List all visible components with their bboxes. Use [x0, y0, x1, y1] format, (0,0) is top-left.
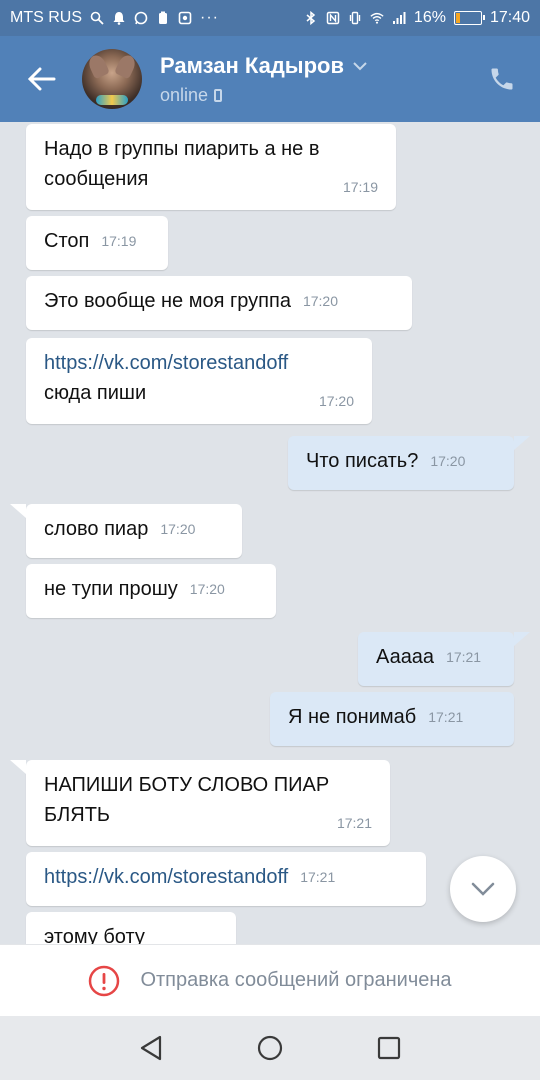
vibrate-icon — [349, 11, 361, 25]
message-text: Стоп — [44, 230, 90, 252]
battery-level-fill — [455, 13, 460, 23]
more-notifications-icon: ··· — [200, 9, 219, 26]
message-text: слово пиар — [44, 518, 149, 540]
signal-icon — [392, 12, 406, 24]
messaging-restricted-bar: Отправка сообщений ограничена — [0, 944, 540, 1016]
avatar-ear — [86, 52, 110, 80]
message-incoming[interactable]: не тупи прошу 17:20 — [26, 564, 276, 618]
message-incoming[interactable]: слово пиар 17:20 — [26, 504, 242, 558]
whatsapp-icon — [134, 11, 148, 25]
message-list[interactable]: Надо в группы пиарить а не в сообщения 1… — [0, 122, 540, 944]
message-link[interactable]: https://vk.com/storestandoff — [44, 348, 354, 378]
message-time: 17:21 — [300, 869, 336, 885]
bluetooth-icon — [306, 11, 316, 25]
message-incoming[interactable]: https://vk.com/storestandoff сюда пиши 1… — [26, 338, 372, 424]
message-incoming[interactable]: https://vk.com/storestandoff 17:21 — [26, 852, 426, 906]
message-time: 17:20 — [160, 521, 196, 537]
message-link[interactable]: https://vk.com/storestandoff — [44, 866, 288, 888]
bubble-tail — [10, 760, 26, 774]
message-text-line: БЛЯТЬ — [44, 804, 111, 826]
mobile-device-icon — [214, 88, 223, 102]
call-button[interactable] — [484, 61, 520, 97]
search-icon — [90, 11, 104, 25]
message-incoming[interactable]: Стоп 17:19 — [26, 216, 168, 270]
message-outgoing[interactable]: Что писать? 17:20 — [288, 436, 514, 490]
battery-icon — [453, 11, 485, 25]
avatar-ear — [114, 52, 138, 80]
battery-percent: 16% — [413, 9, 446, 26]
message-text-line: НАПИШИ БОТУ СЛОВО ПИАР — [44, 774, 330, 796]
message-time: 17:21 — [336, 815, 372, 831]
system-navigation-bar — [0, 1016, 540, 1080]
message-text: Ааааа — [376, 646, 435, 668]
wifi-icon — [370, 12, 384, 24]
message-text: этому боту — [44, 926, 145, 944]
nav-back-icon[interactable] — [138, 1034, 164, 1062]
message-time: 17:20 — [302, 293, 339, 309]
chat-header: Рамзан Кадыров online — [0, 36, 540, 122]
message-text: Я не понимаб — [288, 706, 417, 728]
back-button[interactable] — [14, 51, 70, 107]
message-time: 17:20 — [430, 453, 466, 469]
message-incoming[interactable]: Это вообще не моя группа 17:20 — [26, 276, 412, 330]
battery-saver-icon — [159, 11, 167, 24]
contact-name: Рамзан Кадыров — [160, 52, 344, 78]
bubble-tail — [514, 436, 530, 450]
bubble-tail — [10, 504, 26, 518]
message-time: 17:19 — [101, 233, 137, 249]
scroll-to-bottom-button[interactable] — [450, 856, 516, 922]
message-text: сюда пиши — [44, 382, 147, 404]
message-incoming[interactable]: НАПИШИ БОТУ СЛОВО ПИАР БЛЯТЬ 17:21 — [26, 760, 390, 846]
chevron-down-icon — [353, 61, 367, 70]
carrier-name: MTS RUS — [10, 9, 82, 26]
contact-info[interactable]: Рамзан Кадыров online — [160, 53, 368, 106]
warning-icon — [89, 965, 120, 996]
message-text: Это вообще не моя группа — [44, 290, 291, 312]
message-text-line: сообщения — [44, 168, 149, 190]
status-bar: MTS RUS ··· 16% 17:40 — [0, 0, 540, 36]
message-incoming[interactable]: этому боту — [26, 912, 236, 944]
nav-recents-icon[interactable] — [376, 1035, 402, 1061]
message-time: 17:21 — [446, 649, 482, 665]
avatar[interactable] — [82, 49, 142, 109]
notification-bell-icon — [113, 12, 125, 25]
message-text: не тупи прошу — [44, 578, 178, 600]
chevron-down-icon — [471, 882, 495, 896]
avatar-collar — [96, 95, 128, 105]
restriction-text: Отправка сообщений ограничена — [140, 969, 452, 991]
back-arrow-icon — [28, 67, 56, 91]
message-time: 17:21 — [428, 709, 464, 725]
nav-home-icon[interactable] — [256, 1034, 284, 1062]
message-time: 17:20 — [318, 393, 354, 409]
shield-icon — [178, 11, 192, 25]
nfc-icon — [326, 11, 340, 25]
bubble-tail — [514, 632, 530, 646]
phone-icon — [491, 68, 513, 90]
message-time: 17:20 — [189, 581, 225, 597]
message-text-line: Надо в группы пиарить а не в — [44, 138, 320, 160]
message-text: Что писать? — [306, 450, 419, 472]
clock: 17:40 — [489, 9, 530, 26]
message-outgoing[interactable]: Ааааа 17:21 — [358, 632, 514, 686]
message-outgoing[interactable]: Я не понимаб 17:21 — [270, 692, 514, 746]
online-status: online — [160, 84, 209, 105]
message-time: 17:19 — [342, 179, 378, 195]
message-incoming[interactable]: Надо в группы пиарить а не в сообщения 1… — [26, 124, 396, 210]
